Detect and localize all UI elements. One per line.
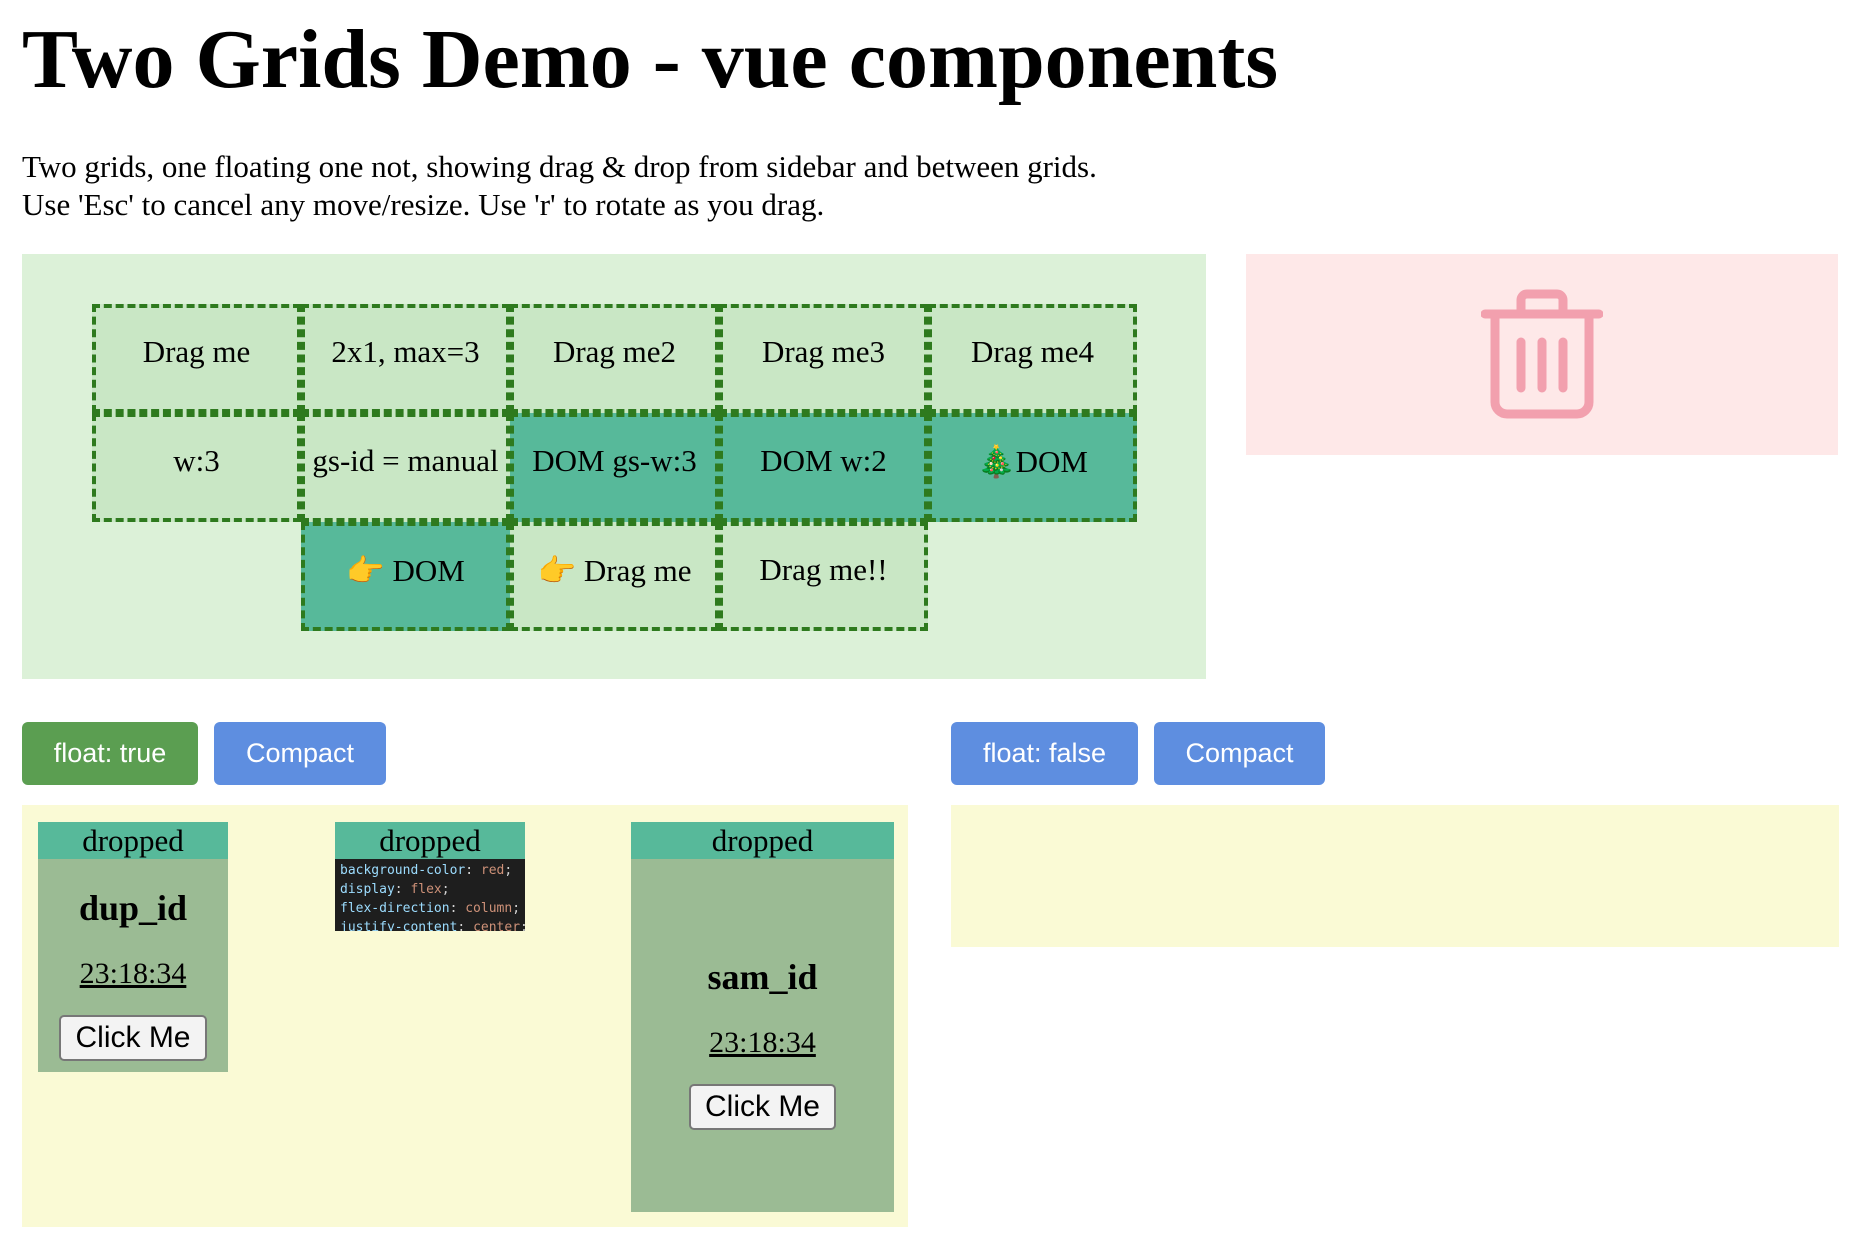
grid-item-time: 23:18:34 bbox=[709, 1026, 816, 1059]
trash-dropzone[interactable] bbox=[1246, 254, 1838, 455]
sidebar-item-dom-gs-w3[interactable]: DOM gs-w:3 bbox=[510, 413, 719, 522]
description-line-1: Two grids, one floating one not, showing… bbox=[22, 149, 1097, 184]
grid-item-code[interactable]: dropped background-color: red; display: f… bbox=[335, 822, 525, 931]
grid-item-name: sam_id bbox=[707, 957, 818, 997]
sidebar-item-w3[interactable]: w:3 bbox=[92, 413, 301, 522]
grid-item-sam-id[interactable]: dropped sam_id 23:18:34 Click Me bbox=[631, 822, 894, 1212]
page-title: Two Grids Demo - vue components bbox=[22, 13, 1279, 106]
sidebar-item-drag-me4[interactable]: Drag me4 bbox=[928, 304, 1137, 413]
sidebar-item-drag-me2[interactable]: Drag me2 bbox=[510, 304, 719, 413]
sidebar-item-tree-dom[interactable]: 🎄DOM bbox=[928, 413, 1137, 522]
sidebar-item-2x1-max3[interactable]: 2x1, max=3 bbox=[301, 304, 510, 413]
grid-item-time: 23:18:34 bbox=[79, 957, 187, 990]
description: Two grids, one floating one not, showing… bbox=[22, 148, 1097, 224]
click-me-button[interactable]: Click Me bbox=[688, 1084, 836, 1130]
sidebar-item-pointer-dom[interactable]: 👉 DOM bbox=[301, 522, 510, 631]
float-false-button[interactable]: float: false bbox=[951, 722, 1138, 785]
trash-icon bbox=[1480, 288, 1604, 425]
grid-non-floating bbox=[951, 805, 1839, 947]
description-line-2: Use 'Esc' to cancel any move/resize. Use… bbox=[22, 187, 825, 222]
code-snippet: background-color: red; display: flex; flex… bbox=[335, 859, 525, 931]
sidebar-item-dom-w2[interactable]: DOM w:2 bbox=[719, 413, 928, 522]
grid-item-header: dropped bbox=[38, 822, 228, 859]
compact-button-right[interactable]: Compact bbox=[1154, 722, 1325, 785]
float-true-button[interactable]: float: true bbox=[22, 722, 198, 785]
grid-floating: dropped dup_id 23:18:34 Click Me dropped… bbox=[22, 805, 908, 1227]
grid-item-header: dropped bbox=[631, 822, 894, 859]
sidebar-item-gs-id-manual[interactable]: gs-id = manual bbox=[301, 413, 510, 522]
sidebar-item-drag-me3[interactable]: Drag me3 bbox=[719, 304, 928, 413]
sidebar-item-drag-me[interactable]: Drag me bbox=[92, 304, 301, 413]
grid-item-name: dup_id bbox=[78, 888, 188, 928]
sidebar-item-pointer-drag-me[interactable]: 👉 Drag me bbox=[510, 522, 719, 631]
grid-item-dup-id[interactable]: dropped dup_id 23:18:34 Click Me bbox=[38, 822, 228, 1072]
compact-button-left[interactable]: Compact bbox=[214, 722, 386, 785]
sidebar: Drag me 2x1, max=3 Drag me2 Drag me3 Dra… bbox=[22, 254, 1206, 679]
click-me-button[interactable]: Click Me bbox=[59, 1015, 207, 1061]
grid-item-header: dropped bbox=[335, 822, 525, 859]
sidebar-item-drag-me-excl[interactable]: Drag me!! bbox=[719, 522, 928, 631]
